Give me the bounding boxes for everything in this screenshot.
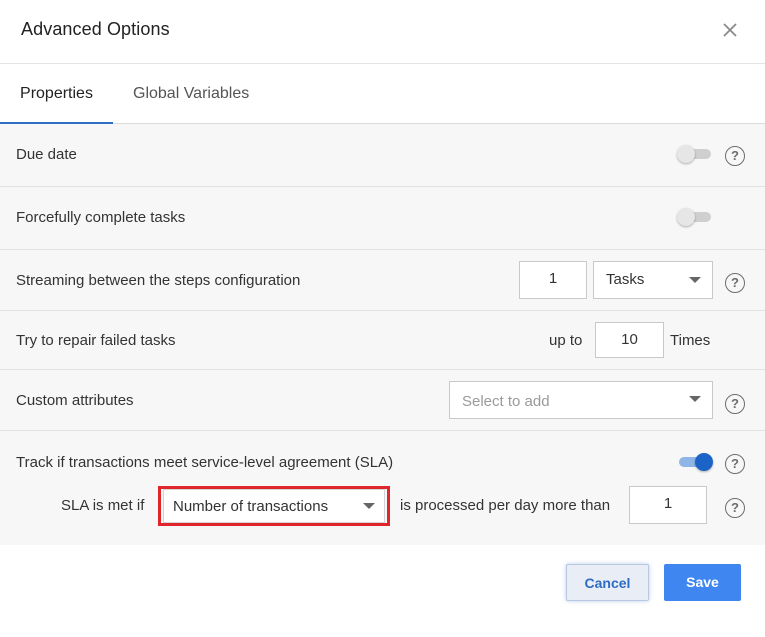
- streaming-count-input[interactable]: 1: [519, 261, 587, 299]
- forceful-toggle[interactable]: [677, 207, 713, 227]
- cancel-button[interactable]: Cancel: [566, 564, 649, 601]
- due-date-toggle[interactable]: [677, 144, 713, 164]
- toggle-knob: [695, 453, 713, 471]
- custom-attributes-label: Custom attributes: [16, 392, 134, 409]
- highlight-box: [158, 486, 390, 526]
- due-date-label: Due date: [16, 146, 77, 163]
- streaming-label: Streaming between the steps configuratio…: [16, 272, 301, 289]
- help-icon[interactable]: ?: [725, 394, 745, 414]
- help-icon[interactable]: ?: [725, 498, 745, 518]
- toggle-knob: [677, 145, 695, 163]
- dialog-title: Advanced Options: [21, 19, 170, 39]
- tab-global-variables[interactable]: Global Variables: [133, 64, 249, 123]
- due-date-row: Due date ?: [0, 124, 765, 187]
- streaming-row: Streaming between the steps configuratio…: [0, 250, 765, 311]
- repair-suffix: Times: [670, 332, 711, 349]
- tab-global-variables-label: Global Variables: [133, 85, 250, 102]
- tab-properties-label: Properties: [20, 85, 93, 102]
- close-icon[interactable]: [718, 18, 742, 42]
- tab-bar: Properties Global Variables: [0, 64, 765, 124]
- custom-attributes-select[interactable]: Select to add: [449, 381, 713, 419]
- help-icon[interactable]: ?: [725, 146, 745, 166]
- help-icon[interactable]: ?: [725, 454, 745, 474]
- properties-panel: Due date ? Forcefully complete tasks Str…: [0, 124, 765, 545]
- sla-condition-label: is processed per day more than: [400, 497, 611, 514]
- sla-label: Track if transactions meet service-level…: [16, 454, 394, 471]
- chevron-down-icon: [689, 277, 701, 283]
- repair-prefix: up to: [549, 332, 583, 349]
- custom-attributes-row: Custom attributes Select to add ?: [0, 370, 765, 431]
- forceful-row: Forcefully complete tasks: [0, 187, 765, 250]
- repair-label: Try to repair failed tasks: [16, 332, 176, 349]
- save-button[interactable]: Save: [664, 564, 741, 601]
- dialog-header: Advanced Options: [0, 0, 765, 64]
- streaming-unit-value: Tasks: [606, 271, 645, 288]
- help-icon[interactable]: ?: [725, 273, 745, 293]
- sla-met-if-label: SLA is met if: [61, 497, 145, 514]
- chevron-down-icon: [689, 396, 701, 402]
- sla-threshold-input[interactable]: 1: [629, 486, 707, 524]
- sla-toggle[interactable]: [677, 452, 713, 472]
- repair-row: Try to repair failed tasks up to 10 Time…: [0, 311, 765, 370]
- toggle-knob: [677, 208, 695, 226]
- repair-count-input[interactable]: 10: [595, 322, 664, 358]
- tab-properties[interactable]: Properties: [0, 64, 113, 124]
- custom-attributes-placeholder: Select to add: [462, 393, 550, 410]
- streaming-unit-select[interactable]: Tasks: [593, 261, 713, 299]
- forceful-label: Forcefully complete tasks: [16, 209, 186, 226]
